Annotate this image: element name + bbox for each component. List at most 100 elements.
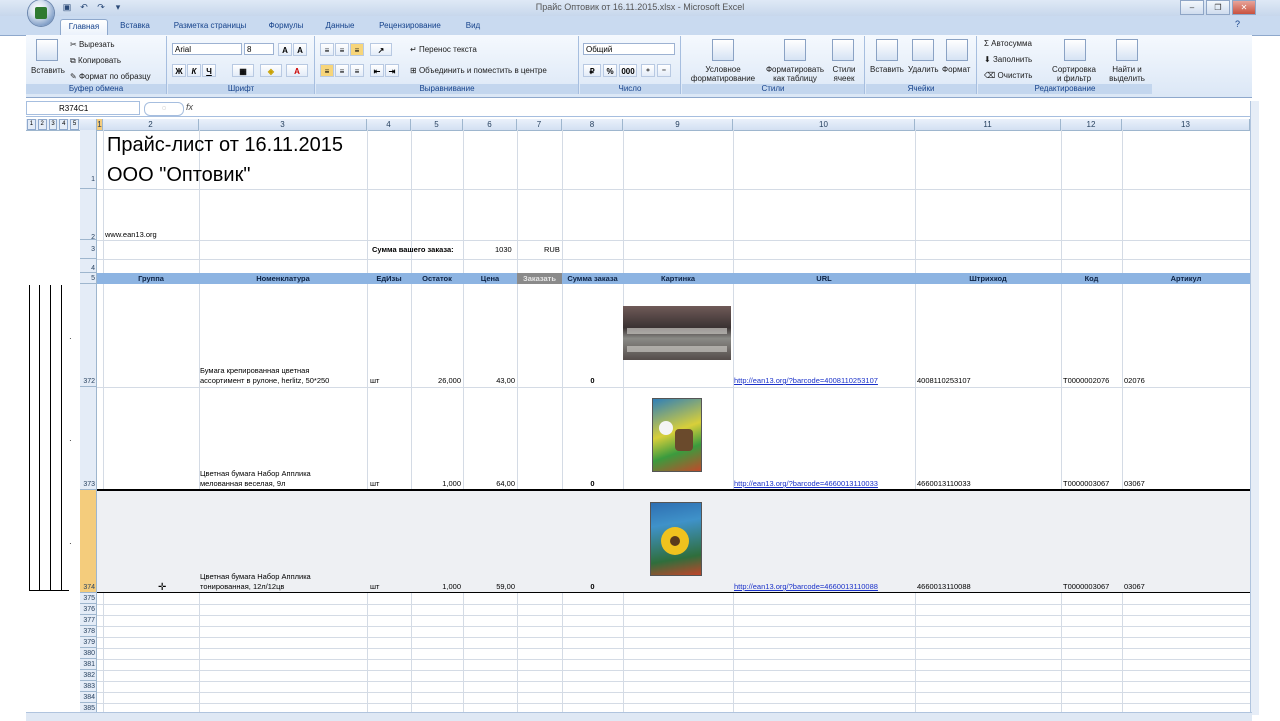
- row-header[interactable]: 380: [80, 648, 97, 659]
- fill-button[interactable]: ⬇ Заполнить: [984, 55, 1032, 64]
- currency-icon[interactable]: ₽: [583, 64, 601, 77]
- align-left-icon[interactable]: ≡: [320, 64, 334, 77]
- row-header[interactable]: 377: [80, 615, 97, 626]
- outline-dot[interactable]: ·: [69, 334, 72, 343]
- item-url-link[interactable]: http://ean13.org/?barcode=4660013110088: [734, 582, 878, 591]
- insert-cells-button[interactable]: Вставить: [870, 65, 904, 74]
- tab-formulas[interactable]: Формулы: [262, 19, 310, 35]
- minimize-button[interactable]: –: [1180, 0, 1204, 15]
- insert-function-icon[interactable]: fx: [186, 102, 193, 112]
- format-as-table-icon[interactable]: [784, 39, 806, 61]
- underline-button[interactable]: Ч: [202, 64, 216, 77]
- copy-button[interactable]: ⧉ Копировать: [70, 56, 121, 66]
- font-name-select[interactable]: Arial: [172, 43, 242, 55]
- conditional-format-icon[interactable]: [712, 39, 734, 61]
- select-all-corner[interactable]: [80, 119, 97, 130]
- font-color-icon[interactable]: A: [286, 64, 308, 77]
- item-url-link[interactable]: http://ean13.org/?barcode=4008110253107: [734, 376, 878, 385]
- formula-input[interactable]: [202, 101, 1250, 115]
- column-header[interactable]: 9: [623, 119, 733, 130]
- cell-styles-icon[interactable]: [832, 39, 854, 61]
- redo-icon[interactable]: ↷: [94, 1, 108, 13]
- merge-center-button[interactable]: ⊞ Объединить и поместить в центре: [410, 66, 547, 75]
- row-header[interactable]: 2: [80, 189, 97, 241]
- column-header[interactable]: 6: [463, 119, 517, 130]
- worksheet-grid[interactable]: 1 Прайс-лист от 16.11.2015 ООО "Оптовик"…: [80, 130, 1250, 715]
- help-icon[interactable]: ?: [1235, 19, 1240, 29]
- column-header[interactable]: 10: [733, 119, 915, 130]
- borders-icon[interactable]: ▦: [232, 64, 254, 77]
- vertical-scrollbar[interactable]: [1250, 101, 1259, 715]
- cancel-enter-icon[interactable]: ◌: [144, 102, 184, 116]
- column-header[interactable]: 12: [1061, 119, 1122, 130]
- orientation-icon[interactable]: ↗: [370, 43, 392, 56]
- number-format-select[interactable]: Общий: [583, 43, 675, 55]
- row-header[interactable]: 373: [80, 387, 97, 490]
- row-header[interactable]: 376: [80, 604, 97, 615]
- column-header[interactable]: 5: [411, 119, 463, 130]
- bold-button[interactable]: Ж: [172, 64, 186, 77]
- tab-review[interactable]: Рецензирование: [370, 19, 450, 35]
- find-select-button[interactable]: Найти и выделить: [1104, 65, 1150, 83]
- thousands-button[interactable]: 000: [619, 64, 637, 77]
- outline-level-3[interactable]: 3: [48, 119, 58, 130]
- fill-color-icon[interactable]: ◈: [260, 64, 282, 77]
- percent-button[interactable]: %: [603, 64, 617, 77]
- tab-view[interactable]: Вид: [458, 19, 488, 35]
- paste-button[interactable]: Вставить: [31, 66, 65, 75]
- office-button[interactable]: [28, 0, 54, 26]
- row-header[interactable]: 5: [80, 273, 97, 284]
- item-url-link[interactable]: http://ean13.org/?barcode=4660013110033: [734, 479, 878, 488]
- row-header[interactable]: 4: [80, 259, 97, 273]
- row-header[interactable]: 383: [80, 681, 97, 692]
- outline-dot[interactable]: ·: [69, 436, 72, 445]
- column-header[interactable]: 4: [367, 119, 411, 130]
- outline-level-4[interactable]: 4: [59, 119, 69, 130]
- tab-insert[interactable]: Вставка: [112, 19, 158, 35]
- italic-button[interactable]: К: [187, 64, 201, 77]
- find-select-icon[interactable]: [1116, 39, 1138, 61]
- align-right-icon[interactable]: ≡: [350, 64, 364, 77]
- align-top-icon[interactable]: ≡: [320, 43, 334, 56]
- qat-customize-icon[interactable]: ▾: [111, 1, 125, 13]
- align-bottom-icon[interactable]: ≡: [350, 43, 364, 56]
- row-header[interactable]: 1: [80, 130, 97, 189]
- clear-button[interactable]: ⌫ Очистить: [984, 71, 1032, 80]
- column-header[interactable]: 13: [1122, 119, 1250, 130]
- grow-font-icon[interactable]: A: [278, 43, 292, 56]
- cell-styles-button[interactable]: Стили ячеек: [827, 65, 861, 83]
- format-cells-button[interactable]: Формат: [942, 65, 970, 74]
- column-header[interactable]: 11: [915, 119, 1061, 130]
- wrap-text-button[interactable]: ↵ Перенос текста: [410, 45, 477, 54]
- align-middle-icon[interactable]: ≡: [335, 43, 349, 56]
- row-header[interactable]: 374: [80, 490, 97, 593]
- tab-home[interactable]: Главная: [60, 19, 108, 36]
- shrink-font-icon[interactable]: A: [293, 43, 307, 56]
- font-size-select[interactable]: 8: [244, 43, 274, 55]
- row-header[interactable]: 384: [80, 692, 97, 703]
- column-header[interactable]: 8: [562, 119, 623, 130]
- save-icon[interactable]: ▣: [60, 1, 74, 13]
- row-header[interactable]: 372: [80, 284, 97, 387]
- outline-dot[interactable]: ·: [69, 539, 72, 548]
- sort-filter-button[interactable]: Сортировка и фильтр: [1050, 65, 1098, 83]
- column-header[interactable]: 3: [199, 119, 367, 130]
- decrease-indent-icon[interactable]: ⇤: [370, 64, 384, 77]
- restore-button[interactable]: ❐: [1206, 0, 1230, 15]
- decrease-decimal-icon[interactable]: ⁻: [657, 64, 671, 77]
- cut-button[interactable]: ✂ Вырезать: [70, 40, 115, 49]
- delete-cells-icon[interactable]: [912, 39, 934, 61]
- site-url[interactable]: www.ean13.org: [105, 230, 157, 239]
- row-header[interactable]: 378: [80, 626, 97, 637]
- format-cells-icon[interactable]: [946, 39, 968, 61]
- row-header[interactable]: 3: [80, 240, 97, 259]
- insert-cells-icon[interactable]: [876, 39, 898, 61]
- tab-page-layout[interactable]: Разметка страницы: [165, 19, 255, 35]
- name-box[interactable]: R374C1: [26, 101, 140, 115]
- outline-level-5[interactable]: 5: [70, 119, 79, 130]
- sort-filter-icon[interactable]: [1064, 39, 1086, 61]
- item-url[interactable]: http://ean13.org/?barcode=4660013110088: [734, 582, 878, 591]
- tab-data[interactable]: Данные: [318, 19, 362, 35]
- item-url[interactable]: http://ean13.org/?barcode=4008110253107: [734, 376, 878, 385]
- format-as-table-button[interactable]: Форматировать как таблицу: [762, 65, 828, 83]
